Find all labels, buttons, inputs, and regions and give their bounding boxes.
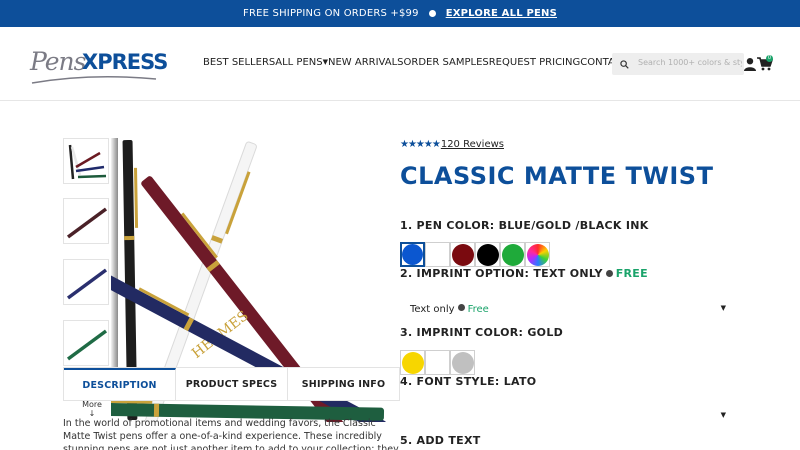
swatch-silver-color: [451, 351, 474, 374]
swatch-green[interactable]: [500, 242, 525, 267]
pen-color-label: 1. PEN COLOR: BLUE/GOLD /BLACK INK: [400, 219, 649, 232]
font-style-select[interactable]: ▼: [400, 406, 730, 426]
nav-new-arrivals[interactable]: NEW ARRIVALS: [328, 57, 404, 68]
top-banner: FREE SHIPPING ON ORDERS +$99 EXPLORE ALL…: [0, 0, 800, 27]
nav-best-sellers[interactable]: BEST SELLERS: [203, 57, 275, 68]
thumbnail-1[interactable]: [63, 138, 109, 184]
chevron-down-icon: ▼: [720, 304, 726, 312]
swatch-gold-color: [401, 351, 424, 374]
imprint-option-select-value: Text only Free: [410, 304, 489, 315]
rating-stars-icon: ★★★★★: [400, 139, 441, 150]
imprint-color-label: 3. IMPRINT COLOR: GOLD: [400, 326, 564, 339]
swatch-white[interactable]: [425, 242, 450, 267]
imprint-option-select[interactable]: Text only Free ▼: [400, 299, 730, 319]
nav-all-pens[interactable]: ALL PENS▼: [275, 57, 328, 68]
swatch-black-color: [476, 243, 499, 266]
logo-text-xpress: XPRESS: [82, 50, 168, 74]
search-icon[interactable]: [612, 53, 636, 75]
add-text-label: 5. ADD TEXT: [400, 434, 481, 447]
logo[interactable]: Pens XPRESS: [30, 47, 168, 84]
more-thumbnails-button[interactable]: More ↓: [74, 400, 110, 418]
swatch-green-color: [501, 243, 524, 266]
swatch-imprint-white-color: [426, 351, 449, 374]
tab-shipping-info[interactable]: SHIPPING INFO: [288, 368, 399, 400]
reviews-summary[interactable]: ★★★★★ 120 Reviews: [400, 139, 504, 150]
search-input[interactable]: Search 1000+ colors & styles...: [638, 58, 742, 67]
burgundy-pen-thumbnail-icon: [66, 207, 108, 239]
explore-all-pens-link[interactable]: EXPLORE ALL PENS: [446, 8, 557, 19]
banner-text: FREE SHIPPING ON ORDERS +$99: [243, 8, 419, 19]
swatch-white-color: [426, 243, 449, 266]
swatch-burgundy[interactable]: [450, 242, 475, 267]
swatch-multicolor-color: [526, 243, 549, 266]
bullet-icon: [428, 10, 436, 17]
tab-description[interactable]: DESCRIPTION: [64, 368, 176, 400]
bullet-icon: [457, 304, 465, 311]
thumbnail-2[interactable]: [63, 198, 109, 244]
swatch-silver[interactable]: [450, 350, 475, 375]
search-box[interactable]: Search 1000+ colors & styles...: [612, 53, 744, 75]
imprint-select-free: Free: [467, 303, 489, 315]
nav-request-pricing[interactable]: REQUEST PRICING: [489, 57, 581, 68]
pen-color-swatches: [400, 242, 550, 267]
imprint-option-free: FREE: [615, 267, 648, 280]
swatch-gold[interactable]: [400, 350, 425, 375]
product-description: In the world of promotional items and we…: [63, 418, 399, 450]
pens-fan-thumbnail-icon: [68, 144, 107, 180]
product-title: CLASSIC MATTE TWIST: [400, 162, 714, 190]
swatch-black[interactable]: [475, 242, 500, 267]
bullet-icon: [605, 269, 613, 277]
font-style-label: 4. FONT STYLE: LATO: [400, 375, 537, 388]
swatch-multicolor[interactable]: [525, 242, 550, 267]
nav-order-samples[interactable]: ORDER SAMPLES: [404, 57, 489, 68]
logo-swoosh-icon: [31, 76, 157, 84]
product-tabs: DESCRIPTION PRODUCT SPECS SHIPPING INFO: [63, 367, 400, 401]
swatch-blue[interactable]: [400, 242, 425, 267]
cart-count-badge: 0: [766, 55, 773, 62]
chevron-down-icon: ▼: [720, 411, 726, 419]
main-nav: BEST SELLERS ALL PENS▼ NEW ARRIVALS ORDE…: [203, 57, 645, 68]
imprint-color-swatches: [400, 350, 475, 375]
logo-text-pens: Pens: [30, 47, 86, 76]
swatch-imprint-white[interactable]: [425, 350, 450, 375]
thumbnail-4[interactable]: [63, 320, 109, 366]
imprint-select-text: Text only: [410, 303, 455, 315]
more-label: More: [82, 400, 102, 409]
thumbnail-3[interactable]: [63, 259, 109, 305]
imprint-option-label: 2. IMPRINT OPTION: TEXT ONLY FREE: [400, 267, 648, 280]
tab-product-specs[interactable]: PRODUCT SPECS: [176, 368, 288, 400]
green-pen-thumbnail-icon: [66, 329, 108, 361]
swatch-burgundy-color: [451, 243, 474, 266]
navy-pen-thumbnail-icon: [66, 268, 108, 300]
account-icon[interactable]: [743, 57, 757, 71]
imprint-option-text: 2. IMPRINT OPTION: TEXT ONLY: [400, 267, 603, 280]
swatch-blue-color: [402, 244, 423, 265]
nav-all-pens-label: ALL PENS: [275, 57, 323, 68]
reviews-link[interactable]: 120 Reviews: [441, 139, 504, 150]
